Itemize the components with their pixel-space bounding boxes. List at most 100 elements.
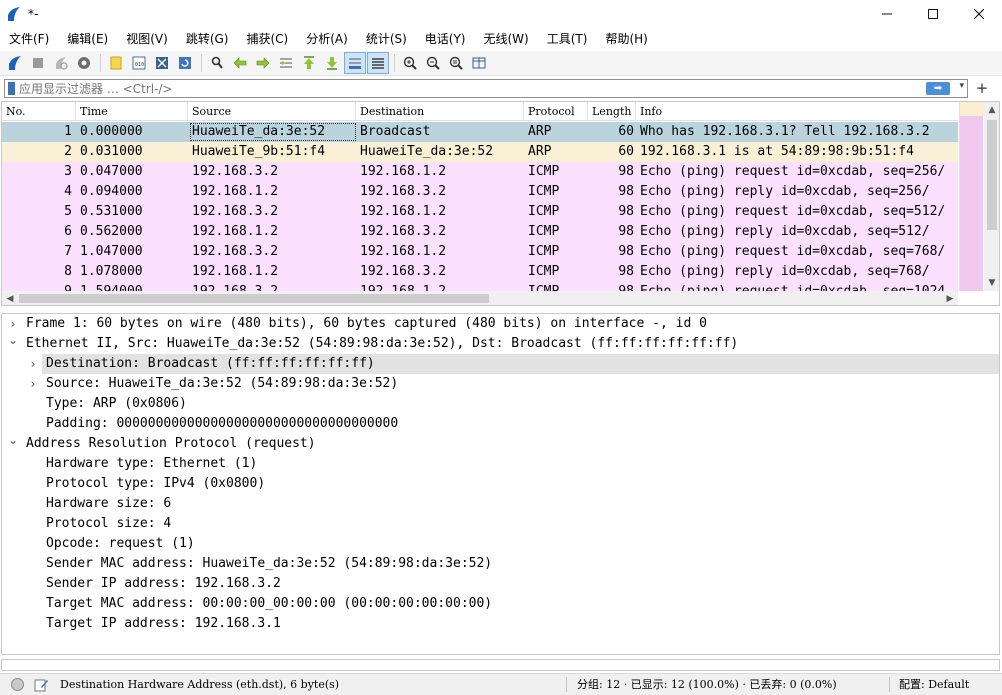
- table-row[interactable]: 4 0.094000 192.168.1.2 192.168.3.2 ICMP 98 Ech…: [2, 182, 958, 202]
- menu-tools[interactable]: 工具(T): [542, 29, 593, 49]
- menu-wireless[interactable]: 无线(W): [479, 29, 534, 49]
- detail-tree-item[interactable]: Target MAC address: 00:00:00_00:00:00 (0…: [2, 594, 999, 614]
- find-icon[interactable]: [206, 52, 228, 74]
- detail-tree-item[interactable]: Hardware size: 6: [2, 494, 999, 514]
- cell-source: 192.168.3.2: [192, 204, 279, 219]
- menu-capture[interactable]: 捕获(C): [241, 29, 293, 49]
- cell-destination: 192.168.3.2: [360, 264, 447, 279]
- packet-minimap[interactable]: [959, 102, 984, 291]
- detail-tree-item[interactable]: Target IP address: 192.168.3.1: [2, 614, 999, 634]
- stop-icon[interactable]: [27, 52, 49, 74]
- detail-tree-item[interactable]: Sender MAC address: HuaweiTe_da:3e:52 (5…: [2, 554, 999, 574]
- cell-length: 98: [618, 184, 634, 199]
- chevron-down-icon[interactable]: ⌄: [6, 430, 20, 450]
- detail-tree-item[interactable]: ⌄ Address Resolution Protocol (request): [2, 433, 999, 454]
- table-row[interactable]: 9 1.594000 192.168.3.2 192.168.1.2 ICMP98 Ech…: [2, 282, 958, 291]
- chevron-right-icon[interactable]: ›: [26, 374, 40, 394]
- table-row[interactable]: 5 0.531000 192.168.3.2 192.168.1.2 ICMP 98 Ech…: [2, 202, 958, 222]
- add-filter-button-icon[interactable]: +: [972, 77, 992, 99]
- detail-tree-item[interactable]: › Frame 1: 60 bytes on wire (480 bits), 6…: [2, 314, 999, 334]
- column-info[interactable]: Info: [636, 102, 958, 121]
- scroll-right-icon[interactable]: ▶: [942, 291, 958, 305]
- table-row[interactable]: 2 0.031000 HuaweiTe_9b:51:f4 HuaweiTe_da:3e…: [2, 142, 958, 162]
- table-row[interactable]: 6 0.562000 192.168.1.2 192.168.3.2 ICMP 98 Ech…: [2, 222, 958, 242]
- reload-icon[interactable]: [174, 52, 196, 74]
- horizontal-scrollbar-thumb[interactable]: [19, 294, 489, 303]
- toolbar-separator: [201, 54, 202, 72]
- column-protocol[interactable]: Protocol: [524, 102, 588, 121]
- detail-tree-item[interactable]: Padding: 0000000000000000000000000000000…: [2, 414, 999, 434]
- open-file-icon[interactable]: [105, 52, 127, 74]
- detail-tree-item[interactable]: Type: ARP (0x0806): [2, 394, 999, 414]
- auto-scroll-icon[interactable]: [344, 52, 366, 74]
- column-length[interactable]: Length: [588, 102, 636, 121]
- restart-icon[interactable]: [50, 52, 72, 74]
- go-first-icon[interactable]: [298, 52, 320, 74]
- title-bar: *-: [0, 0, 1002, 28]
- capture-options-icon[interactable]: [73, 52, 95, 74]
- save-file-icon[interactable]: 010: [128, 52, 150, 74]
- maximize-icon[interactable]: [910, 0, 956, 28]
- status-profile[interactable]: 配置: Default: [899, 674, 969, 695]
- menu-go[interactable]: 跳转(G): [181, 29, 234, 49]
- cell-destination: 192.168.1.2: [360, 204, 447, 219]
- minimize-icon[interactable]: [864, 0, 910, 28]
- scrollbar-track[interactable]: ▲ ▼: [984, 102, 999, 291]
- column-no[interactable]: No.: [2, 102, 76, 121]
- apply-filter-arrow-icon[interactable]: ➡: [926, 82, 950, 95]
- colorize-icon[interactable]: [367, 52, 389, 74]
- close-file-icon[interactable]: [151, 52, 173, 74]
- column-source[interactable]: Source: [188, 102, 356, 121]
- expert-info-led-icon[interactable]: [11, 678, 24, 691]
- table-row[interactable]: 8 1.078000 192.168.1.2 192.168.3.2 ICMP 98 Ech…: [2, 262, 958, 282]
- detail-tree-item[interactable]: Protocol size: 4: [2, 514, 999, 534]
- detail-tree-item[interactable]: › Source: HuaweiTe_da:3e:52 (54:89:98:da:…: [2, 374, 999, 394]
- edit-comment-icon[interactable]: [33, 677, 49, 693]
- column-destination[interactable]: Destination: [356, 102, 524, 121]
- zoom-out-icon[interactable]: [422, 52, 444, 74]
- menu-statistics[interactable]: 统计(S): [361, 29, 412, 49]
- packet-list-horizontal-scrollbar[interactable]: ◀ ▶: [2, 291, 958, 305]
- table-row[interactable]: 7 1.047000 192.168.3.2 192.168.1.2 ICMP 98 Ech…: [2, 242, 958, 262]
- chevron-down-icon[interactable]: ⌄: [6, 330, 20, 350]
- menu-view[interactable]: 视图(V): [121, 29, 173, 49]
- zoom-in-icon[interactable]: [399, 52, 421, 74]
- cell-destination: 192.168.1.2: [360, 164, 447, 179]
- detail-tree-item[interactable]: › Destination: Broadcast (ff:ff:ff:ff:ff:…: [31, 354, 999, 374]
- scroll-up-icon[interactable]: ▲: [984, 102, 999, 118]
- scroll-left-icon[interactable]: ◀: [2, 291, 18, 305]
- menu-telephony[interactable]: 电话(Y): [420, 29, 471, 49]
- go-forward-icon[interactable]: [252, 52, 274, 74]
- table-row[interactable]: 1 0.000000 HuaweiTe_da:3e:52 Broadcast ARP 60…: [2, 122, 958, 142]
- detail-tree-item[interactable]: Sender IP address: 192.168.3.2: [2, 574, 999, 594]
- shark-fin-icon[interactable]: [4, 52, 26, 74]
- cell-source: HuaweiTe_9b:51:f4: [192, 144, 326, 159]
- chevron-right-icon[interactable]: ›: [26, 354, 40, 374]
- close-icon[interactable]: [956, 0, 1002, 28]
- detail-tree-item[interactable]: Protocol type: IPv4 (0x0800): [2, 474, 999, 494]
- menu-analyze[interactable]: 分析(A): [301, 29, 353, 49]
- menu-file[interactable]: 文件(F): [4, 29, 54, 49]
- scrollbar-thumb[interactable]: [987, 120, 997, 230]
- go-to-packet-icon[interactable]: [275, 52, 297, 74]
- menu-edit[interactable]: 编辑(E): [62, 29, 113, 49]
- packet-list-vertical-scrollbar[interactable]: ▲ ▼: [959, 102, 999, 291]
- normal-size-icon[interactable]: [445, 52, 467, 74]
- menu-help[interactable]: 帮助(H): [600, 29, 652, 49]
- go-last-icon[interactable]: [321, 52, 343, 74]
- svg-text:010: 010: [135, 62, 144, 68]
- column-time[interactable]: Time: [76, 102, 188, 121]
- cell-length: 98: [588, 282, 634, 291]
- detail-tree-item[interactable]: Hardware type: Ethernet (1): [2, 454, 999, 474]
- scroll-down-icon[interactable]: ▼: [984, 275, 999, 291]
- detail-tree-item[interactable]: ⌄ Ethernet II, Src: HuaweiTe_da:3e:52 (54…: [2, 333, 999, 354]
- filter-bookmark-icon[interactable]: [8, 82, 15, 95]
- detail-tree-item[interactable]: Opcode: request (1): [2, 534, 999, 554]
- filter-dropdown-icon[interactable]: ▾: [959, 81, 964, 91]
- cell-time: 1.594000: [80, 282, 188, 291]
- detail-item-label: Ethernet II, Src: HuaweiTe_da:3e:52 (54:…: [26, 336, 739, 351]
- display-filter-input[interactable]: [19, 80, 899, 97]
- table-row[interactable]: 3 0.047000 192.168.3.2 192.168.1.2 ICMP 98 Ech…: [2, 162, 958, 182]
- go-back-icon[interactable]: [229, 52, 251, 74]
- resize-columns-icon[interactable]: [468, 52, 490, 74]
